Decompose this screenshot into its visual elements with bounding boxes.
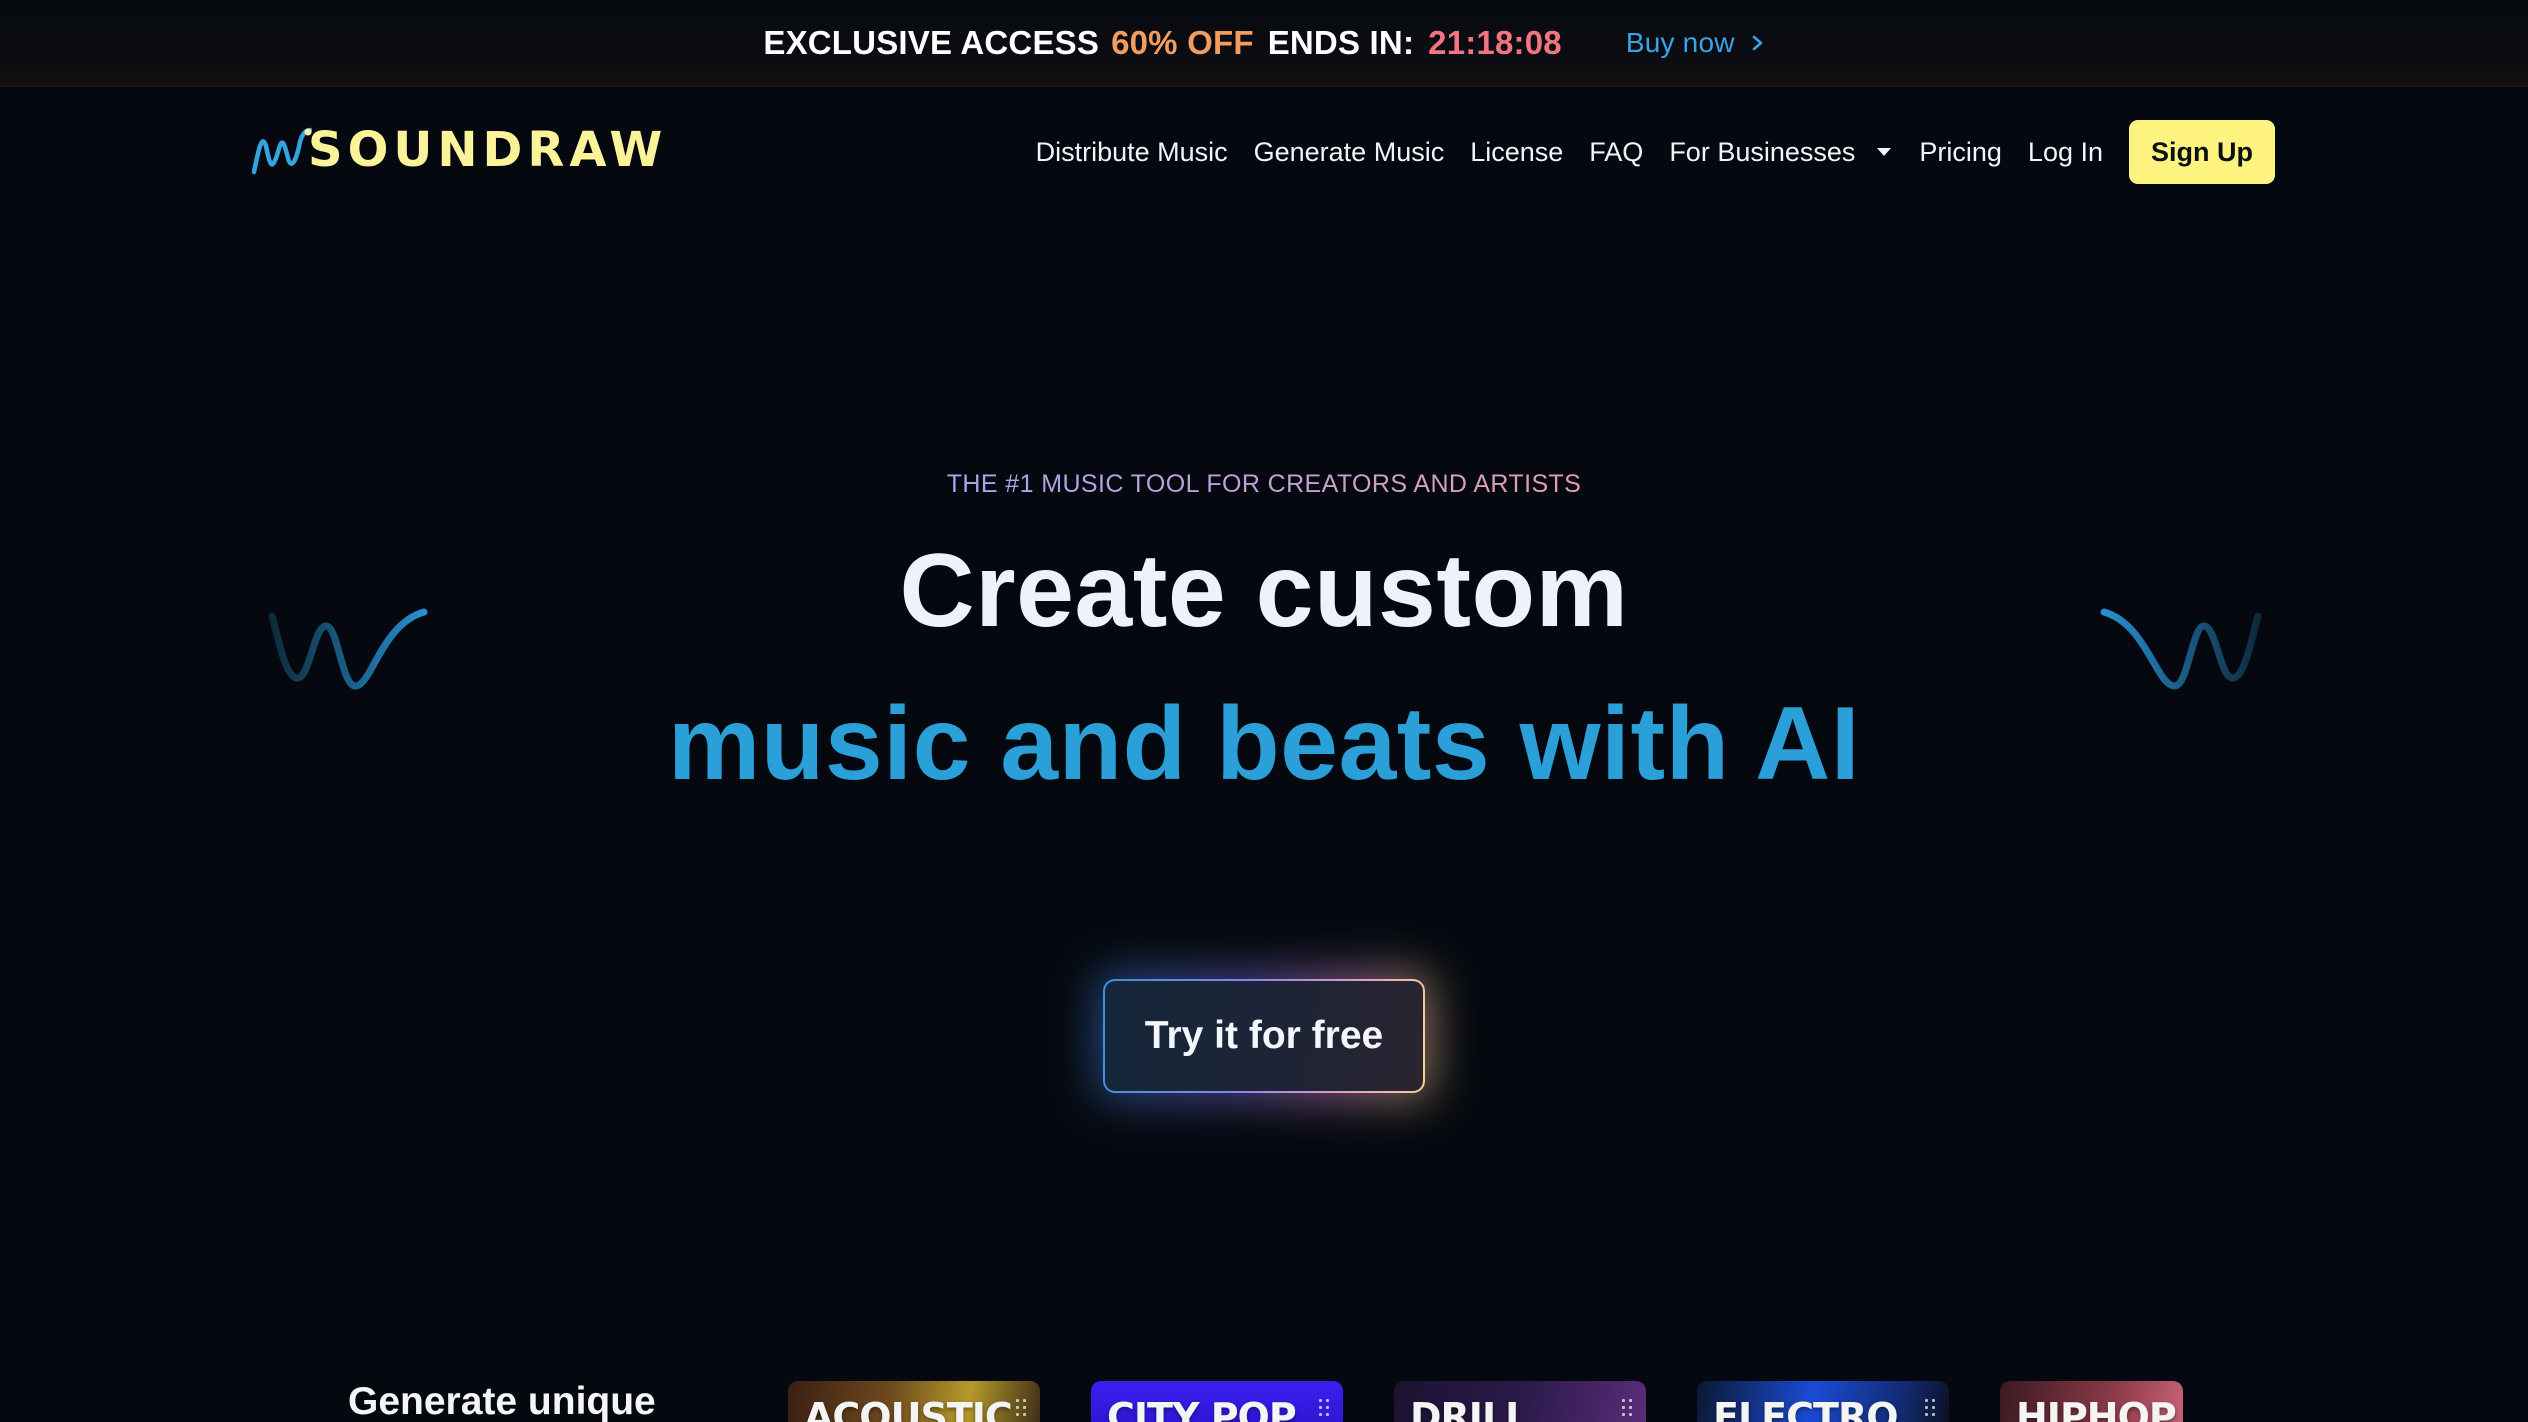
sign-up-button[interactable]: Sign Up xyxy=(2129,120,2275,184)
promo-ends-label: ENDS IN: xyxy=(1267,24,1415,61)
nav-license[interactable]: License xyxy=(1470,137,1563,168)
dots-pattern xyxy=(1317,1397,1331,1419)
page: EXCLUSIVE ACCESS 60% OFF ENDS IN: 21:18:… xyxy=(0,0,2528,1422)
hero-eyebrow-text: THE #1 MUSIC TOOL FOR CREATORS AND ARTIS… xyxy=(946,470,1582,498)
nav-for-businesses-label: For Businesses xyxy=(1669,136,1856,167)
promo-banner: EXCLUSIVE ACCESS 60% OFF ENDS IN: 21:18:… xyxy=(0,0,2528,87)
logo-wordmark: SOUNDRAW xyxy=(308,122,668,178)
promo-label: EXCLUSIVE ACCESS xyxy=(763,24,1100,61)
genre-card-label: CITY POP xyxy=(1107,1395,1297,1422)
buy-now-link[interactable]: Buy now xyxy=(1626,27,1765,59)
nav-log-in[interactable]: Log In xyxy=(2028,137,2103,168)
genre-carousel: ACOUSTIC CITY POP DRILL ELECTRO HIPHOP xyxy=(788,1381,2183,1422)
genre-card-label: HIPHOP xyxy=(2016,1395,2177,1422)
genre-card-label: ELECTRO xyxy=(1713,1395,1899,1422)
nav-pricing[interactable]: Pricing xyxy=(1919,137,2002,168)
nav-menu: Distribute Music Generate Music License … xyxy=(1036,87,2528,217)
main-navigation: SOUNDRAW Distribute Music Generate Music… xyxy=(0,87,2528,217)
genre-card-label: ACOUSTIC xyxy=(804,1395,1013,1422)
wave-icon xyxy=(2100,608,2262,690)
genre-card-acoustic[interactable]: ACOUSTIC xyxy=(788,1381,1040,1422)
promo-discount: 60% OFF xyxy=(1111,24,1254,61)
dots-pattern xyxy=(1620,1397,1634,1419)
genre-card-drill[interactable]: DRILL xyxy=(1394,1381,1646,1422)
dots-pattern xyxy=(1923,1397,1937,1419)
generate-unique-heading: Generate unique xyxy=(348,1380,656,1422)
buy-now-label: Buy now xyxy=(1625,27,1735,58)
nav-generate-music[interactable]: Generate Music xyxy=(1254,137,1445,168)
try-it-free-label: Try it for free xyxy=(1105,981,1423,1091)
nav-faq[interactable]: FAQ xyxy=(1589,137,1643,168)
try-it-free-button[interactable]: Try it for free xyxy=(1103,979,1425,1093)
hero-eyebrow: THE #1 MUSIC TOOL FOR CREATORS AND ARTIS… xyxy=(0,470,2528,499)
genre-card-city-pop[interactable]: CITY POP xyxy=(1091,1381,1343,1422)
genre-card-hiphop[interactable]: HIPHOP xyxy=(2000,1381,2183,1422)
promo-countdown-timer: 21:18:08 xyxy=(1428,24,1562,61)
wave-icon xyxy=(268,608,428,690)
soundraw-logo[interactable]: SOUNDRAW xyxy=(250,120,667,180)
nav-distribute-music[interactable]: Distribute Music xyxy=(1036,137,1228,168)
chevron-right-icon xyxy=(1752,35,1762,51)
caret-down-icon xyxy=(1877,148,1892,156)
waveform-icon xyxy=(251,127,312,175)
genre-card-label: DRILL xyxy=(1410,1395,1529,1422)
cta-container: Try it for free xyxy=(1095,971,1433,1101)
nav-for-businesses-dropdown[interactable]: For Businesses xyxy=(1669,137,1893,168)
dots-pattern xyxy=(1014,1397,1028,1419)
genre-card-electro[interactable]: ELECTRO xyxy=(1697,1381,1949,1422)
